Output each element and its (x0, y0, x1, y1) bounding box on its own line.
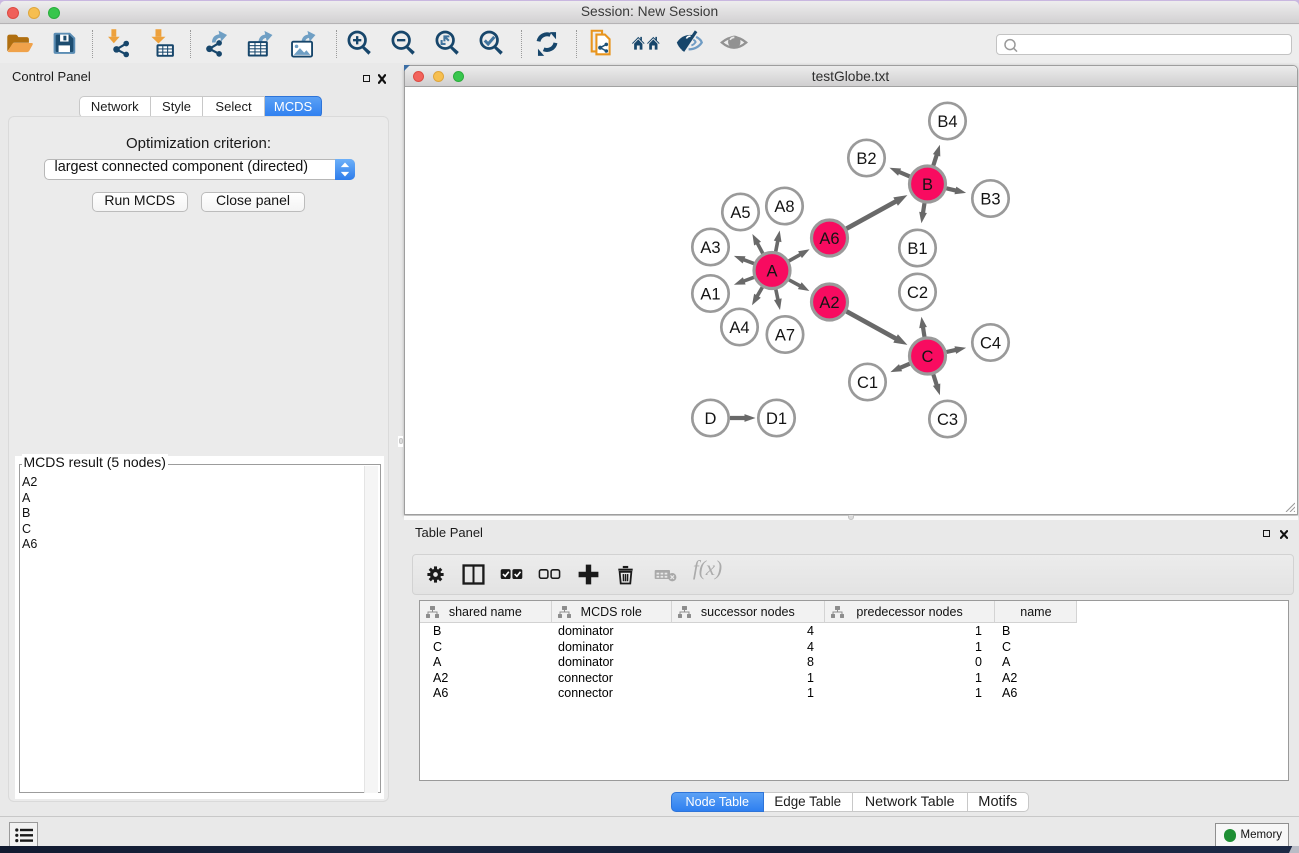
svg-text:D: D (704, 410, 716, 428)
svg-text:A6: A6 (819, 230, 839, 248)
svg-text:A5: A5 (730, 204, 750, 222)
svg-text:B4: B4 (937, 113, 957, 131)
svg-text:D1: D1 (765, 410, 786, 428)
svg-text:B2: B2 (856, 150, 876, 168)
svg-text:A2: A2 (819, 294, 839, 312)
svg-text:A3: A3 (700, 239, 720, 257)
svg-text:C3: C3 (936, 411, 957, 429)
svg-text:C4: C4 (979, 334, 1000, 352)
svg-text:A1: A1 (700, 285, 720, 303)
svg-text:B1: B1 (907, 240, 927, 258)
svg-text:A4: A4 (729, 319, 749, 337)
svg-text:C: C (921, 348, 933, 366)
svg-text:B3: B3 (980, 190, 1000, 208)
svg-text:C2: C2 (906, 284, 927, 302)
svg-text:A7: A7 (774, 326, 794, 344)
svg-text:B: B (921, 176, 932, 194)
svg-text:A: A (766, 262, 777, 280)
svg-text:C1: C1 (856, 374, 877, 392)
svg-text:A8: A8 (774, 198, 794, 216)
